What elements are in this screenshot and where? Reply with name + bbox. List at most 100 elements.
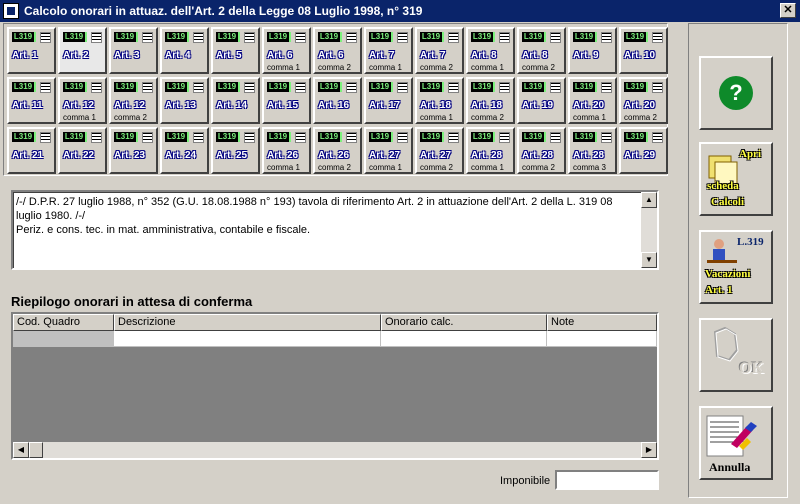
document-icon [652,82,663,93]
article-button-36[interactable]: L319 Art. 28 comma 1 [466,127,515,174]
article-button-15[interactable]: L319 Art. 12 comma 1 [58,77,107,124]
summary-grid[interactable]: Cod. Quadro Descrizione Onorario calc. N… [11,312,659,460]
article-button-2[interactable]: L319 Art. 2 [58,27,107,74]
scroll-down-button[interactable]: ▼ [641,252,657,268]
column-header-onorario[interactable]: Onorario calc. [381,314,547,331]
action-panel: ? Apri scheda Calcoli L.319 Vacazioni Ar… [688,23,788,498]
article-button-21[interactable]: L319 Art. 17 [364,77,413,124]
article-button-34[interactable]: L319 Art. 27 comma 1 [364,127,413,174]
document-icon [448,32,459,43]
document-icon [397,82,408,93]
grid-horizontal-scrollbar[interactable]: ◀ ▶ [13,442,657,458]
column-header-descrizione[interactable]: Descrizione [114,314,381,331]
scroll-right-button[interactable]: ▶ [641,442,657,458]
article-label: Art. 14 [216,100,248,111]
document-icon [346,32,357,43]
annulla-button[interactable]: Annulla [699,406,773,480]
window-title: Calcolo onorari in attuaz. dell'Art. 2 d… [24,4,423,18]
article-button-13[interactable]: L319 Art. 10 [619,27,668,74]
title-bar: Calcolo onorari in attuaz. dell'Art. 2 d… [0,0,800,22]
article-label: Art. 4 [165,50,191,61]
article-button-6[interactable]: L319 Art. 6 comma 1 [262,27,311,74]
article-button-32[interactable]: L319 Art. 26 comma 1 [262,127,311,174]
article-button-18[interactable]: L319 Art. 14 [211,77,260,124]
l319-logo-icon: L319 [624,82,648,92]
l319-logo-icon: L319 [522,32,546,42]
l319-logo-icon: L319 [369,132,393,142]
article-comma-label: comma 1 [369,63,402,72]
article-button-14[interactable]: L319 Art. 11 [7,77,56,124]
article-button-24[interactable]: L319 Art. 19 [517,77,566,124]
document-icon [448,82,459,93]
article-button-11[interactable]: L319 Art. 8 comma 2 [517,27,566,74]
document-icon [295,32,306,43]
article-comma-label: comma 1 [369,163,402,172]
article-button-39[interactable]: L319 Art. 29 [619,127,668,174]
article-button-30[interactable]: L319 Art. 24 [160,127,209,174]
scroll-thumb[interactable] [29,442,43,458]
article-button-22[interactable]: L319 Art. 18 comma 1 [415,77,464,124]
article-button-28[interactable]: L319 Art. 22 [58,127,107,174]
article-button-1[interactable]: L319 Art. 1 [7,27,56,74]
description-box[interactable]: /-/ D.P.R. 27 luglio 1988, n° 352 (G.U. … [11,190,659,270]
column-header-cod-quadro[interactable]: Cod. Quadro [13,314,114,331]
article-button-26[interactable]: L319 Art. 20 comma 2 [619,77,668,124]
article-button-38[interactable]: L319 Art. 28 comma 3 [568,127,617,174]
article-button-27[interactable]: L319 Art. 21 [7,127,56,174]
article-button-10[interactable]: L319 Art. 8 comma 1 [466,27,515,74]
article-label: Art. 7 [369,50,395,61]
article-button-16[interactable]: L319 Art. 12 comma 2 [109,77,158,124]
grid-cell-cod-quadro[interactable] [13,331,114,347]
article-button-17[interactable]: L319 Art. 13 [160,77,209,124]
article-button-20[interactable]: L319 Art. 16 [313,77,362,124]
article-button-23[interactable]: L319 Art. 18 comma 2 [466,77,515,124]
description-scrollbar[interactable]: ▲ ▼ [641,192,657,268]
l319-logo-icon: L319 [267,32,291,42]
article-comma-label: comma 2 [420,163,453,172]
article-label: Art. 27 [420,150,452,161]
article-button-33[interactable]: L319 Art. 26 comma 2 [313,127,362,174]
article-button-3[interactable]: L319 Art. 3 [109,27,158,74]
article-button-31[interactable]: L319 Art. 25 [211,127,260,174]
vacazioni-button[interactable]: L.319 Vacazioni Art. 1 [699,230,773,304]
scroll-left-button[interactable]: ◀ [13,442,29,458]
document-icon [397,32,408,43]
article-button-37[interactable]: L319 Art. 28 comma 2 [517,127,566,174]
article-button-35[interactable]: L319 Art. 27 comma 2 [415,127,464,174]
close-button[interactable]: ✕ [780,3,796,18]
document-icon [40,32,51,43]
article-button-5[interactable]: L319 Art. 5 [211,27,260,74]
l319-logo-icon: L319 [573,132,597,142]
article-button-19[interactable]: L319 Art. 15 [262,77,311,124]
article-comma-label: comma 3 [573,163,606,172]
description-line-1: /-/ D.P.R. 27 luglio 1988, n° 352 (G.U. … [16,196,613,222]
grid-cell-onorario[interactable] [381,331,547,347]
article-button-9[interactable]: L319 Art. 7 comma 2 [415,27,464,74]
article-label: Art. 26 [318,150,350,161]
document-icon [295,132,306,143]
document-icon [91,132,102,143]
article-button-12[interactable]: L319 Art. 9 [568,27,617,74]
article-comma-label: comma 1 [63,113,96,122]
article-button-4[interactable]: L319 Art. 4 [160,27,209,74]
grid-cell-note[interactable] [547,331,657,347]
article-label: Art. 28 [573,150,605,161]
apri-scheda-calcoli-button[interactable]: Apri scheda Calcoli [699,142,773,216]
article-button-7[interactable]: L319 Art. 6 comma 2 [313,27,362,74]
annulla-label: Annulla [709,460,751,474]
ok-button[interactable]: OK [699,318,773,392]
article-label: Art. 23 [114,150,146,161]
scroll-up-button[interactable]: ▲ [641,192,657,208]
article-comma-label: comma 1 [420,113,453,122]
help-button[interactable]: ? [699,56,773,130]
article-label: Art. 28 [522,150,554,161]
art1-label: Art. 1 [705,284,733,296]
article-button-25[interactable]: L319 Art. 20 comma 1 [568,77,617,124]
article-button-29[interactable]: L319 Art. 23 [109,127,158,174]
l319-logo-icon: L319 [63,132,87,142]
grid-cell-descrizione[interactable] [114,331,381,347]
column-header-note[interactable]: Note [547,314,657,331]
l319-logo-icon: L319 [573,32,597,42]
imponibile-field[interactable] [555,470,659,490]
article-button-8[interactable]: L319 Art. 7 comma 1 [364,27,413,74]
